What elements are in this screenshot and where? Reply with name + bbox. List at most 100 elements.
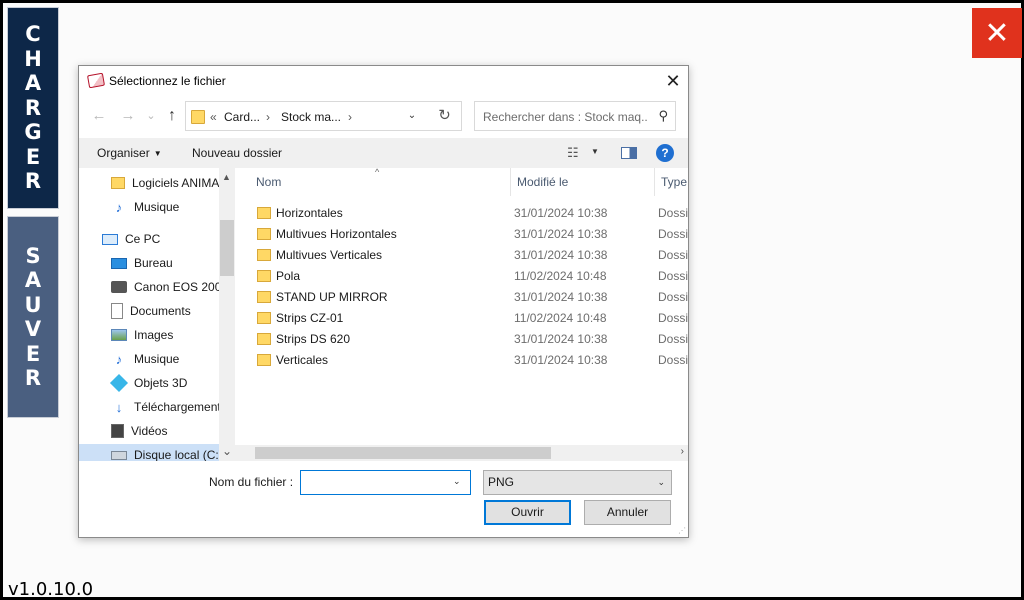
column-header-type[interactable]: Type [655,168,688,196]
horizontal-scrollbar[interactable]: › [235,445,688,461]
file-row[interactable]: Strips DS 620 31/01/2024 10:38 Dossi [253,328,688,349]
charger-letter: E [25,144,41,169]
file-date: 31/01/2024 10:38 [514,289,608,304]
sauver-button[interactable]: SAUVER [7,216,59,418]
file-name: Verticales [276,352,329,367]
filename-label: Nom du fichier : [209,475,294,489]
nav-item[interactable]: Vidéos [111,420,167,442]
nav-item[interactable]: Ce PC [102,228,160,250]
close-icon: ✕ [984,15,1010,51]
pictures-icon [111,329,127,341]
file-type: Dossi [658,205,688,220]
chevron-down-icon: ▼ [153,149,162,158]
breadcrumb-separator[interactable]: › [348,110,352,124]
folder-icon [257,227,271,240]
nav-item[interactable]: ↓ Téléchargements [111,396,227,418]
organize-menu[interactable]: Organiser ▼ [97,146,162,160]
column-header-modified[interactable]: Modifié le [511,168,655,196]
file-date: 31/01/2024 10:38 [514,205,608,220]
charger-letter: H [24,46,42,71]
scrollbar-thumb[interactable] [220,220,234,276]
file-type: Dossi [658,289,688,304]
scroll-down-icon[interactable]: ⌄ [222,444,232,458]
resize-grip-icon[interactable]: ⋰ [678,526,686,535]
view-options-icon[interactable]: ☷ [567,145,579,161]
file-row[interactable]: Strips CZ-01 11/02/2024 10:48 Dossi [253,307,688,328]
search-icon: ⚲ [658,108,668,123]
file-name: Multivues Horizontales [276,226,397,241]
file-row[interactable]: Pola 11/02/2024 10:48 Dossi [253,265,688,286]
sauver-letter: R [24,366,42,390]
nav-scrollbar[interactable]: ▲ ⌄ [219,168,235,461]
breadcrumb-item[interactable]: Stock ma... [281,110,341,124]
videos-icon [111,424,124,438]
music-icon: ♪ [115,199,123,215]
search-input[interactable]: Rechercher dans : Stock maq... ⚲ [474,101,676,131]
file-type: Dossi [658,352,688,367]
file-row[interactable]: Horizontales 31/01/2024 10:38 Dossi [253,202,688,223]
charger-letter: R [24,95,42,120]
recent-locations-icon[interactable]: ⌄ [143,108,159,124]
nav-item-label: Disque local (C:) [134,448,223,461]
nav-item[interactable]: Images [111,324,173,346]
sauver-letter: E [25,341,41,366]
folder-icon [257,269,271,282]
folder-icon [257,353,271,366]
drive-icon [111,450,127,460]
breadcrumb-separator[interactable]: › [266,110,270,124]
breadcrumb-overflow[interactable]: « [210,110,217,124]
open-button[interactable]: Ouvrir [484,500,571,525]
nav-item[interactable]: Documents [111,300,191,322]
scroll-up-icon[interactable]: ▲ [222,172,231,182]
dialog-close-button[interactable]: ✕ [658,66,688,96]
dialog-title: Sélectionnez le fichier [109,74,226,88]
nav-item[interactable]: ♪ Musique [111,348,180,370]
file-row[interactable]: Verticales 31/01/2024 10:38 Dossi [253,349,688,370]
column-header-name[interactable]: Nom ^ [235,168,511,196]
breadcrumb-item[interactable]: Card... [224,110,260,124]
new-folder-button[interactable]: Nouveau dossier [192,146,282,160]
file-type: Dossi [658,310,688,325]
file-row[interactable]: Multivues Horizontales 31/01/2024 10:38 Do… [253,223,688,244]
sauver-letter: V [24,317,42,341]
filetype-select[interactable]: PNG ⌄ [483,470,672,495]
address-bar[interactable]: « Card... › Stock ma... › ⌄ [185,101,462,131]
back-icon[interactable]: ← [91,108,107,124]
filename-dropdown-icon[interactable]: ⌄ [453,476,461,487]
forward-icon[interactable]: → [120,108,136,124]
file-name: Strips DS 620 [276,331,351,346]
file-row[interactable]: STAND UP MIRROR 31/01/2024 10:38 Dossi [253,286,688,307]
up-folder-icon[interactable]: ↑ [164,108,180,124]
navigation-bar: ← → ⌄ ↑ « Card... › Stock ma... › ⌄ ↻ Re… [79,101,688,133]
nav-item[interactable]: Logiciels ANIMA [111,172,219,194]
sort-ascending-icon: ^ [375,168,380,177]
refresh-button[interactable]: ↻ [428,101,462,131]
close-app-button[interactable]: ✕ [972,8,1022,58]
nav-item-label: Bureau [134,256,173,270]
file-list: Nom ^ Modifié le Type Horizontales 31/01/… [235,168,688,461]
nav-item[interactable]: Canon EOS 2000 [111,276,228,298]
file-name: Strips CZ-01 [276,310,344,325]
preview-pane-icon[interactable] [621,147,637,159]
command-toolbar: Organiser ▼ Nouveau dossier ☷ ▼ ? [79,138,688,168]
nav-item[interactable]: ♪ Musique [111,196,180,218]
file-type: Dossi [658,268,688,283]
camera-icon [111,281,127,293]
nav-item[interactable]: Bureau [111,252,173,274]
file-row[interactable]: Multivues Verticales 31/01/2024 10:38 Doss… [253,244,688,265]
sauver-letter: A [24,268,42,292]
address-dropdown-icon[interactable]: ⌄ [397,102,427,130]
scroll-right-icon[interactable]: › [681,446,684,457]
file-date: 31/01/2024 10:38 [514,352,608,367]
organize-label: Organiser [97,146,150,160]
desktop-icon [111,257,127,269]
chevron-down-icon[interactable]: ▼ [591,147,599,156]
filename-input[interactable] [300,470,471,495]
file-type: Dossi [658,331,688,346]
cancel-button[interactable]: Annuler [584,500,671,525]
help-icon[interactable]: ? [656,144,674,162]
nav-item[interactable]: Disque local (C:) [79,444,235,461]
scrollbar-thumb[interactable] [255,447,551,459]
nav-item[interactable]: Objets 3D [109,372,187,394]
charger-button[interactable]: CHARGER [7,7,59,209]
